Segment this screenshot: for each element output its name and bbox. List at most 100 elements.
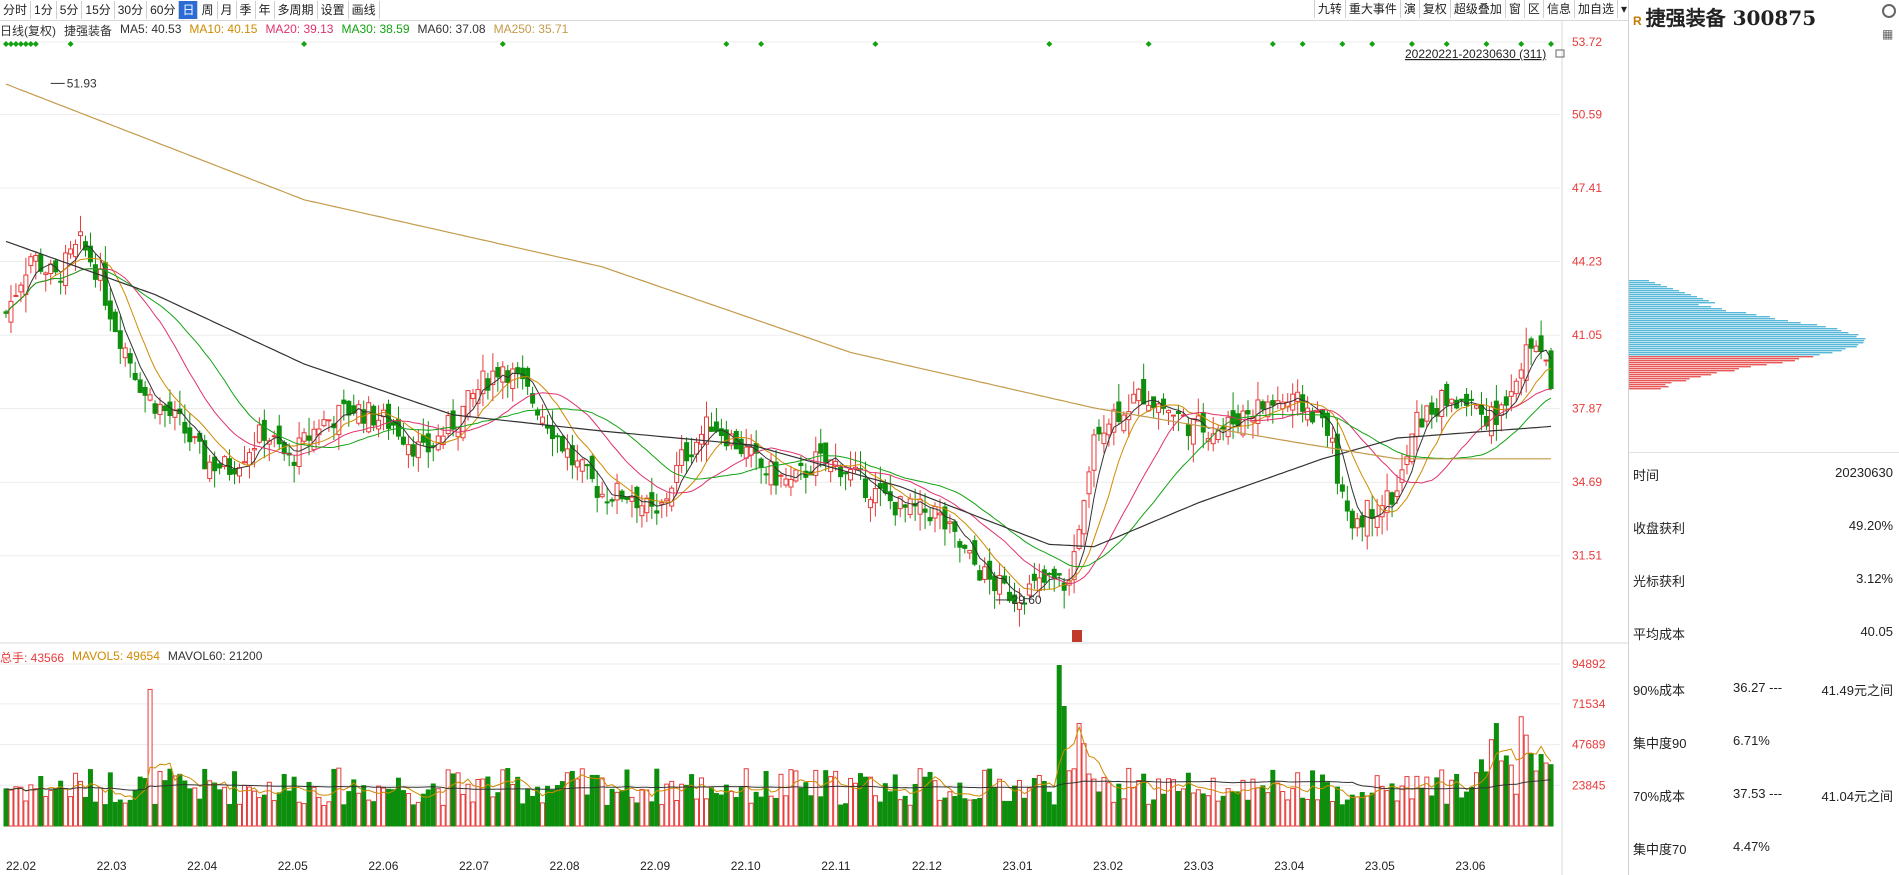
- volume-bar: [266, 781, 272, 827]
- volume-bar: [1369, 792, 1375, 827]
- candle-body: [977, 570, 983, 581]
- volume-bar: [157, 770, 163, 827]
- candle-body: [743, 446, 749, 459]
- volume-bar: [1046, 791, 1052, 827]
- stat-value: 41.04元之间: [1821, 789, 1893, 804]
- candle-body: [798, 462, 804, 467]
- volume-bar: [1225, 788, 1231, 827]
- volume-bar: [783, 795, 789, 827]
- stat-row: 光标获利 3.12%: [1633, 571, 1895, 591]
- volume-bar: [33, 788, 39, 827]
- candle-body: [559, 435, 565, 452]
- event-flag-icon: [1072, 630, 1082, 642]
- volume-bar: [982, 769, 988, 827]
- volume-bar: [649, 801, 655, 827]
- volume-bar: [947, 791, 953, 827]
- candle-body: [1111, 409, 1117, 433]
- candle-body: [147, 394, 153, 401]
- volume-bar: [251, 790, 257, 827]
- volume-bar: [634, 802, 640, 827]
- candle-body: [58, 280, 64, 283]
- cost-bar: [1629, 350, 1842, 352]
- candle-body: [1474, 405, 1480, 409]
- stat-row: 70%成本 37.53 --- 41.04元之间: [1633, 786, 1895, 806]
- volume-bar: [316, 796, 322, 827]
- volume-bar: [286, 790, 292, 827]
- candle-body: [639, 505, 645, 517]
- candle-body: [1543, 359, 1549, 362]
- candle-body: [947, 521, 953, 524]
- candle-body: [937, 512, 943, 516]
- volume-bar: [1220, 795, 1226, 827]
- candle-body: [256, 424, 262, 443]
- volume-bar: [1190, 792, 1196, 827]
- price-tick-label: 53.72: [1572, 35, 1602, 49]
- candle-body: [500, 366, 506, 383]
- volume-bar: [1439, 769, 1445, 827]
- settings-gear-icon[interactable]: [1882, 4, 1896, 18]
- candle-body: [684, 442, 690, 462]
- candle-body: [1300, 394, 1306, 412]
- volume-bar: [1394, 800, 1400, 827]
- volume-bar: [1404, 776, 1410, 827]
- candle-body: [1444, 383, 1450, 406]
- volume-bar: [738, 787, 744, 827]
- date-axis-label: 22.05: [278, 859, 308, 873]
- candle-body: [301, 432, 307, 442]
- volume-bar: [1200, 793, 1206, 827]
- candle-body: [1429, 402, 1435, 415]
- cost-bar: [1629, 382, 1672, 384]
- volume-bar: [1161, 793, 1167, 827]
- volume-bar: [609, 788, 615, 827]
- candle-body: [187, 427, 193, 443]
- volume-bar: [728, 791, 734, 827]
- volume-bar: [589, 774, 595, 827]
- candle-body: [1190, 418, 1196, 445]
- candle-body: [296, 437, 302, 468]
- candle-body: [1175, 410, 1181, 414]
- volume-bar: [684, 784, 690, 827]
- volume-bar: [584, 794, 590, 827]
- volume-bar: [331, 768, 337, 827]
- cost-bar: [1629, 328, 1838, 330]
- cost-bar: [1629, 312, 1747, 314]
- stat-mid: 6.71%: [1733, 733, 1770, 748]
- volume-bar: [912, 783, 918, 827]
- volume-bar: [82, 796, 88, 827]
- volume-bar: [743, 768, 749, 827]
- cost-bar: [1629, 376, 1701, 378]
- volume-bar: [1265, 792, 1271, 827]
- volume-bar: [1324, 782, 1330, 827]
- candle-body: [236, 467, 242, 477]
- candle-body: [982, 566, 988, 580]
- grid-icon[interactable]: ▦: [1882, 28, 1896, 40]
- volume-bar: [763, 771, 769, 827]
- volume-bar: [1270, 769, 1276, 827]
- cost-bar: [1629, 356, 1814, 358]
- candle-body: [1528, 338, 1534, 349]
- volume-bar: [415, 801, 421, 827]
- candle-body: [28, 256, 34, 267]
- kline-chart[interactable]: 53.72 50.59 47.41 44.23 41.05 37.87 34.69 31.51…: [0, 0, 1630, 875]
- volume-bar: [872, 795, 878, 827]
- volume-bar: [604, 804, 610, 827]
- cost-bar: [1629, 360, 1795, 362]
- r-badge: R: [1633, 14, 1642, 28]
- cost-bar: [1629, 364, 1767, 366]
- cost-bar: [1629, 288, 1673, 290]
- candle-body: [1096, 426, 1102, 435]
- volume-bar: [301, 803, 307, 827]
- candle-body: [152, 403, 158, 414]
- candle-body: [1349, 510, 1355, 529]
- volume-bar: [1036, 774, 1042, 827]
- volume-bar: [932, 780, 938, 827]
- volume-bar: [1329, 800, 1335, 827]
- candle-body: [862, 478, 868, 499]
- cost-bar: [1629, 358, 1800, 360]
- cost-bar: [1629, 324, 1818, 326]
- volume-tick-label: 94892: [1572, 657, 1606, 671]
- candle-body: [291, 461, 297, 466]
- volume-bar: [1136, 780, 1142, 827]
- candle-body: [574, 460, 580, 468]
- volume-bar: [381, 787, 387, 827]
